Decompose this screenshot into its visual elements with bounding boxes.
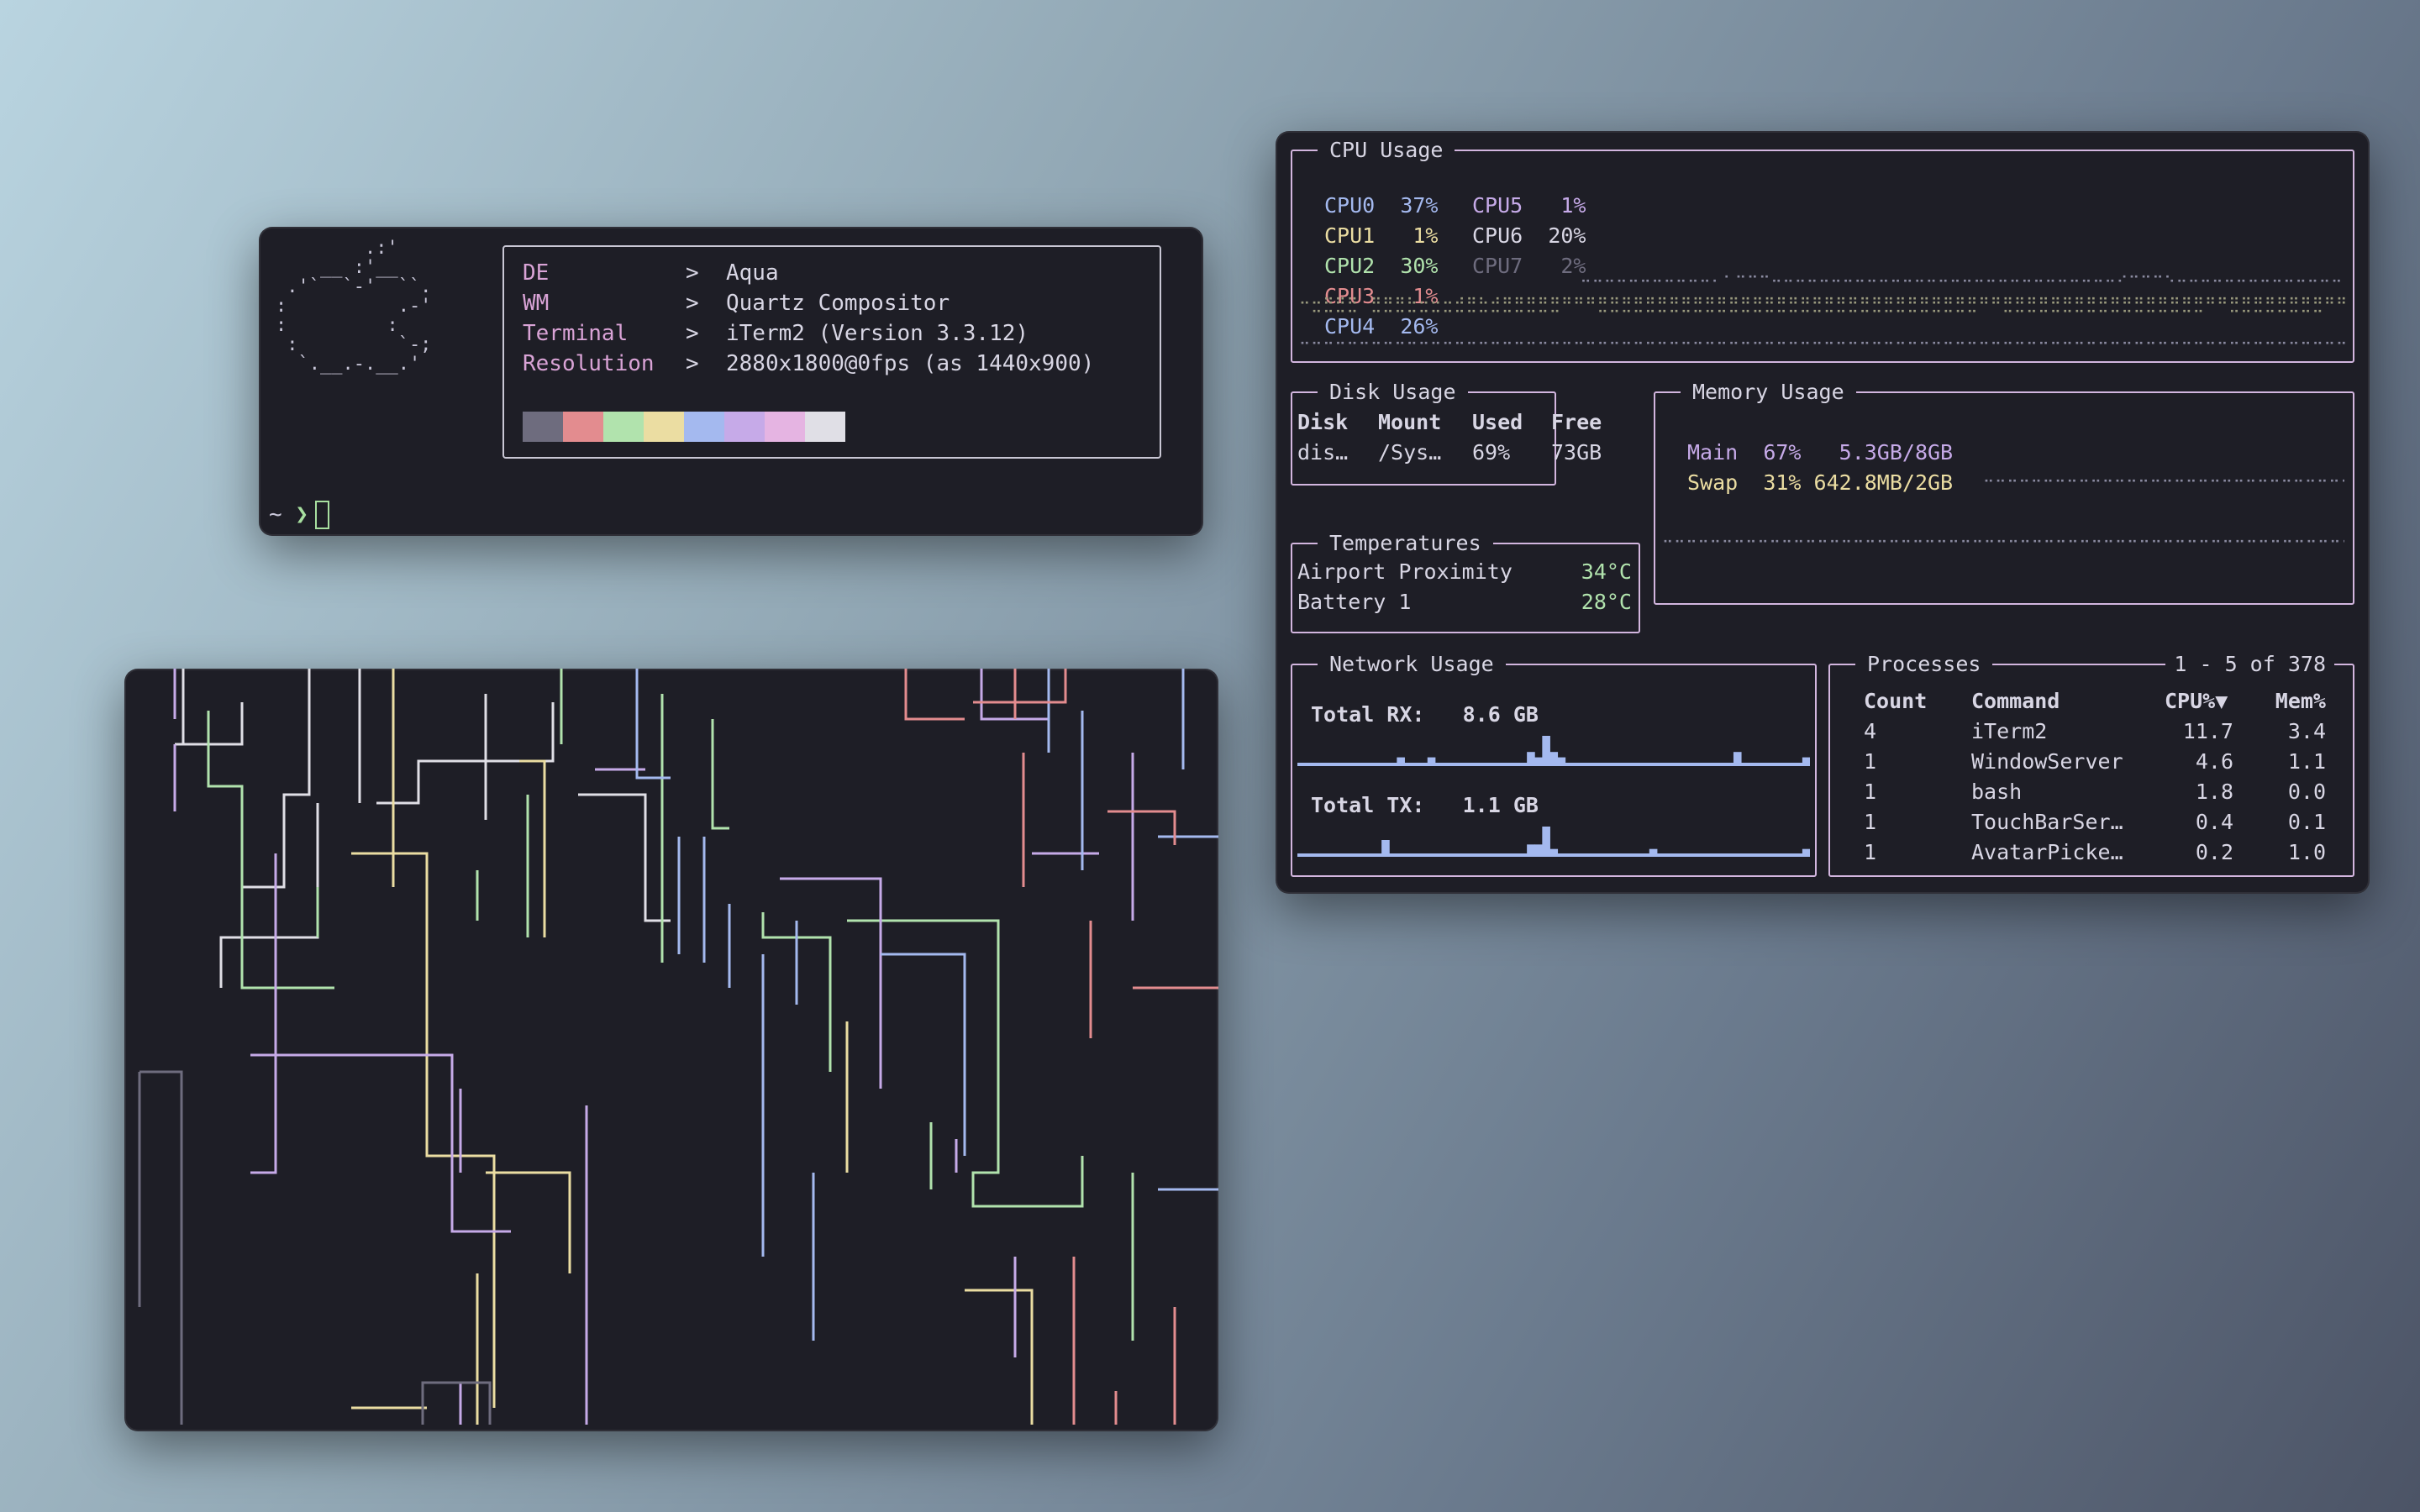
cpu-core-6: CPU6 20%: [1472, 223, 1586, 248]
disk-header-mount: Mount: [1378, 410, 1442, 434]
network-tx-row: Total TX: 1.1 GB: [1311, 793, 1539, 817]
color-swatch: [563, 412, 603, 442]
sparkline-bar: [1542, 736, 1550, 766]
prompt-arrow-icon: ❯: [295, 501, 308, 528]
temp-value-battery: 28°C: [1581, 590, 1632, 614]
memory-usage-panel: Memory Usage Main 67% 5.3GB/8GB Swap 31%…: [1654, 380, 2354, 605]
cpu-usage-panel: CPU Usage CPU0 37% CPU5 1% CPU1 1% CPU6 …: [1291, 138, 2354, 363]
memory-graph-line: ⣀⣀⣀⣀⣀⣀⣀⣀⣀⣀⣀⣀⣀⣀⣀⣀⣀⣀⣀⣀⣀⣀⣀⣀⣀⣀⣀⣀⣀⣀⣀⣀⣀⣀⣀⣀⣀⣀⣀⣀…: [1983, 465, 2344, 483]
color-swatch: [765, 412, 805, 442]
sparkline-bar: [1557, 757, 1566, 766]
processes-header-row: Count Command CPU%▼ Mem%: [1864, 685, 2326, 716]
pipes-animation: [138, 669, 1218, 1425]
memory-main-row: Main 67% 5.3GB/8GB: [1687, 440, 1954, 465]
system-info-box: DE > Aqua WM > Quartz Compositor Terminal > iT…: [502, 245, 1161, 459]
cpu-core-5: CPU5 1%: [1472, 193, 1586, 218]
text-cursor[interactable]: [314, 501, 329, 529]
tx-sparkline: [1297, 827, 1810, 857]
info-row-de: DE > Aqua: [523, 260, 779, 286]
disk-header-free: Free: [1551, 410, 1602, 434]
pipes-window[interactable]: [124, 669, 1218, 1431]
color-swatch: [805, 412, 845, 442]
color-swatch: [724, 412, 765, 442]
disk-row-mount: /Sys…: [1378, 440, 1442, 465]
disk-usage-panel: Disk Usage Disk Mount Used Free dis… /Sy…: [1291, 380, 1602, 486]
sparkline-bar: [1802, 757, 1810, 766]
color-swatch: [523, 412, 563, 442]
col-count[interactable]: Count: [1864, 685, 1971, 716]
processes-range: 1 - 5 of 378: [2165, 652, 2334, 676]
sparkline-bar: [1542, 827, 1550, 857]
processes-panel: Processes 1 - 5 of 378 Count Command CPU…: [1828, 652, 2354, 877]
info-row-resolution: Resolution >2880x1800@0fps (as 1440x900): [523, 351, 1095, 376]
temp-name-battery: Battery 1: [1297, 590, 1412, 614]
disk-header-disk: Disk: [1297, 410, 1349, 434]
sparkline-bar: [1381, 840, 1390, 857]
cpu-graph-line: ⠒⣒⣛⣛⣛⠀⣛⣛⣛⣓⣒⣒⣒⣚⣛⣓⣚⣛⣛⣛⣛⣛⠛⠛⠛⣛⣛⣛⣛⣛⣛⣛⣛⣛⣛⣛⣛⣛⣛⣛…: [1299, 296, 2349, 313]
network-rx-row: Total RX: 8.6 GB: [1311, 702, 1539, 727]
memory-swap-row: Swap 31% 642.8MB/2GB: [1687, 470, 1954, 495]
sparkline-bar: [1527, 844, 1535, 857]
sparkline-bar: [1534, 757, 1543, 766]
col-cpu[interactable]: CPU%▼: [2165, 685, 2233, 716]
apple-ascii-logo: .:' __ :'__ .'` `-' ``. : .-' : : : `-; …: [276, 238, 432, 375]
col-command[interactable]: Command: [1971, 685, 2165, 716]
processes-panel-title: Processes: [1855, 652, 1993, 676]
processes-table: Count Command CPU%▼ Mem% 4 iTerm2 11.7 3.4 …: [1864, 685, 2326, 867]
disk-row-free: 73GB: [1551, 440, 1602, 465]
sparkline-bar: [1802, 848, 1810, 857]
table-row[interactable]: 4 iTerm2 11.7 3.4: [1864, 716, 2326, 746]
table-row[interactable]: 1 WindowServer 4.6 1.1: [1864, 746, 2326, 776]
neofetch-window[interactable]: .:' __ :'__ .'` `-' ``. : .-' : : : `-; …: [259, 227, 1203, 536]
color-palette: [523, 412, 845, 442]
sparkline-bar: [1733, 752, 1742, 766]
table-row[interactable]: 1 bash 1.8 0.0: [1864, 776, 2326, 806]
temp-value-airport: 34°C: [1581, 559, 1632, 584]
cpu-core-1: CPU1 1%: [1324, 223, 1439, 248]
col-mem[interactable]: Mem%: [2233, 685, 2326, 716]
memory-panel-title: Memory Usage: [1681, 380, 1856, 404]
temperatures-panel: Temperatures Airport Proximity 34°C Batt…: [1291, 531, 1640, 633]
shell-prompt[interactable]: ~ ❯: [269, 501, 329, 529]
sparkline-bar: [1527, 752, 1535, 766]
sparkline-bar: [1549, 848, 1559, 857]
color-swatch: [684, 412, 724, 442]
network-usage-panel: Network Usage Total RX: 8.6 GB Total TX:…: [1291, 652, 1817, 877]
cpu-core-0: CPU0 37%: [1324, 193, 1439, 218]
cpu-panel-title: CPU Usage: [1318, 138, 1455, 162]
cpu-graph-line: ⣀⣀⣀⣀⣀⣀⣀⣀⣀⣀⣀⣀⣀⣀⣀⣀⣀⣀⣀⣀⣀⣀⣀⣀⣀⣀⣀⣀⣀⣀⣀⣀⣀⣀⣀⣀⣀⣀⣀⣀…: [1299, 328, 2349, 345]
disk-panel-title: Disk Usage: [1318, 380, 1468, 404]
table-row[interactable]: 1 TouchBarSer… 0.4 0.1: [1864, 806, 2326, 837]
temperatures-panel-title: Temperatures: [1318, 531, 1493, 555]
sparkline-bar: [1534, 844, 1543, 857]
sparkline-bar: [1427, 757, 1436, 766]
color-swatch: [644, 412, 684, 442]
disk-header-used: Used: [1472, 410, 1523, 434]
temp-name-airport: Airport Proximity: [1297, 559, 1512, 584]
info-row-wm: WM > Quartz Compositor: [523, 291, 950, 316]
cpu-graph-line: ⠀⠀⠀⣀⣀⣀⣀⣀⣀⣀⣀⣀⣀⣀⡀⠄⠤⠤⠤⣀⣀⣀⣀⣀⣀⣀⣀⣀⣀⣀⣀⣀⣀⣀⣀⣀⣀⣀⣀⣀…: [1544, 265, 2343, 283]
color-swatch: [603, 412, 644, 442]
memory-graph-line: ⣀⣀⣀⣀⣀⣀⣀⣀⣀⣀⣀⣀⣀⣀⣀⣀⣀⣀⣀⣀⣀⣀⣀⣀⣀⣀⣀⣀⣀⣀⣀⣀⣀⣀⣀⣀⣀⣀⣀⣀…: [1662, 526, 2344, 543]
table-row[interactable]: 1 AvatarPicke… 0.2 1.0: [1864, 837, 2326, 867]
disk-row-used: 69%: [1472, 440, 1511, 465]
btm-window[interactable]: CPU Usage CPU0 37% CPU5 1% CPU1 1% CPU6 …: [1276, 131, 2370, 894]
sparkline-bar: [1649, 848, 1658, 857]
network-panel-title: Network Usage: [1318, 652, 1506, 676]
sparkline-bar: [1549, 752, 1559, 766]
rx-sparkline: [1297, 736, 1810, 766]
sparkline-bar: [1397, 757, 1405, 766]
info-row-terminal: Terminal > iTerm2 (Version 3.3.12): [523, 321, 1029, 346]
cpu-core-2: CPU2 30%: [1324, 254, 1439, 278]
disk-row-disk: dis…: [1297, 440, 1349, 465]
